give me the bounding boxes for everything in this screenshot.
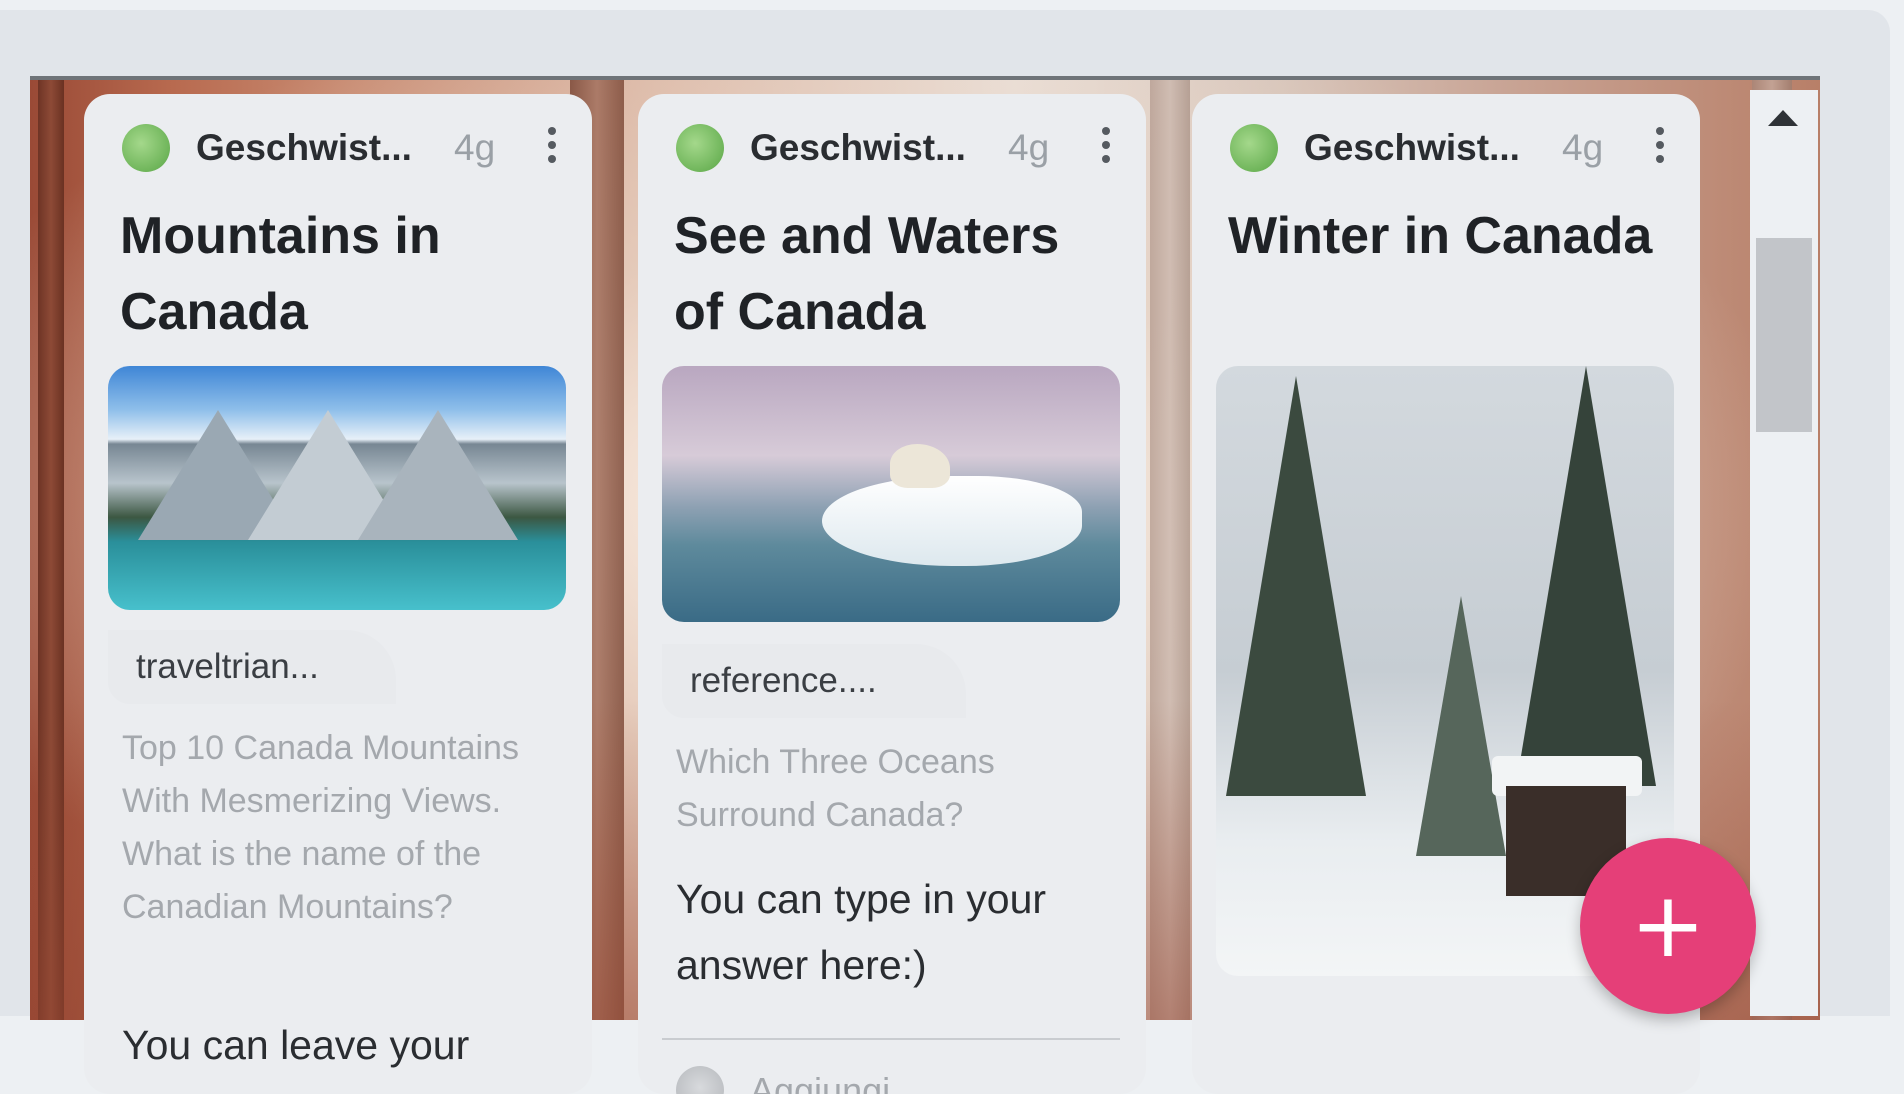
post-header: Geschwist... 4g — [84, 94, 592, 194]
post-title: Winter in Canada — [1228, 207, 1653, 265]
more-vert-icon[interactable] — [1648, 120, 1672, 170]
post-card-mountains[interactable]: Geschwist... 4g Mountains in Canada trav… — [84, 94, 592, 1094]
plus-icon: + — [1630, 873, 1706, 978]
more-vert-icon[interactable] — [540, 120, 564, 170]
post-time: 4g — [454, 127, 496, 168]
link-preview-image-polar-bear[interactable] — [662, 366, 1120, 622]
post-body-text: You can leave your answer here:) — [122, 1022, 470, 1094]
link-description: Which Three Oceans Surround Canada? — [676, 743, 995, 834]
scrollbar-thumb[interactable] — [1756, 238, 1812, 432]
author-avatar — [122, 124, 170, 172]
vertical-scrollbar[interactable] — [1750, 90, 1818, 1016]
post-author: Geschwist... — [1304, 127, 1520, 168]
link-source-label[interactable]: traveltrian... — [108, 630, 396, 704]
more-vert-icon[interactable] — [1094, 120, 1118, 170]
link-source-label[interactable]: reference.... — [662, 644, 966, 718]
post-header: Geschwist... 4g — [638, 94, 1146, 194]
link-description: Top 10 Canada Mountains With Mesmerizing… — [122, 729, 519, 926]
commenter-avatar — [676, 1066, 724, 1094]
add-post-button[interactable]: + — [1580, 838, 1756, 1014]
author-avatar — [676, 124, 724, 172]
comment-divider — [662, 1038, 1120, 1040]
post-card-waters[interactable]: Geschwist... 4g See and Waters of Canada… — [638, 94, 1146, 1094]
post-author: Geschwist... — [196, 127, 412, 168]
link-preview-image-mountains[interactable] — [108, 366, 566, 610]
post-author: Geschwist... — [750, 127, 966, 168]
post-time: 4g — [1562, 127, 1604, 168]
scroll-up-arrow-icon[interactable] — [1768, 110, 1798, 126]
add-comment-input[interactable]: Aggiungi — [750, 1068, 890, 1094]
post-header: Geschwist... 4g — [1192, 94, 1700, 194]
post-title: Mountains in Canada — [120, 207, 441, 341]
post-body-text: You can type in your answer here:) — [676, 876, 1047, 988]
post-time: 4g — [1008, 127, 1050, 168]
author-avatar — [1230, 124, 1278, 172]
post-title: See and Waters of Canada — [674, 207, 1060, 341]
